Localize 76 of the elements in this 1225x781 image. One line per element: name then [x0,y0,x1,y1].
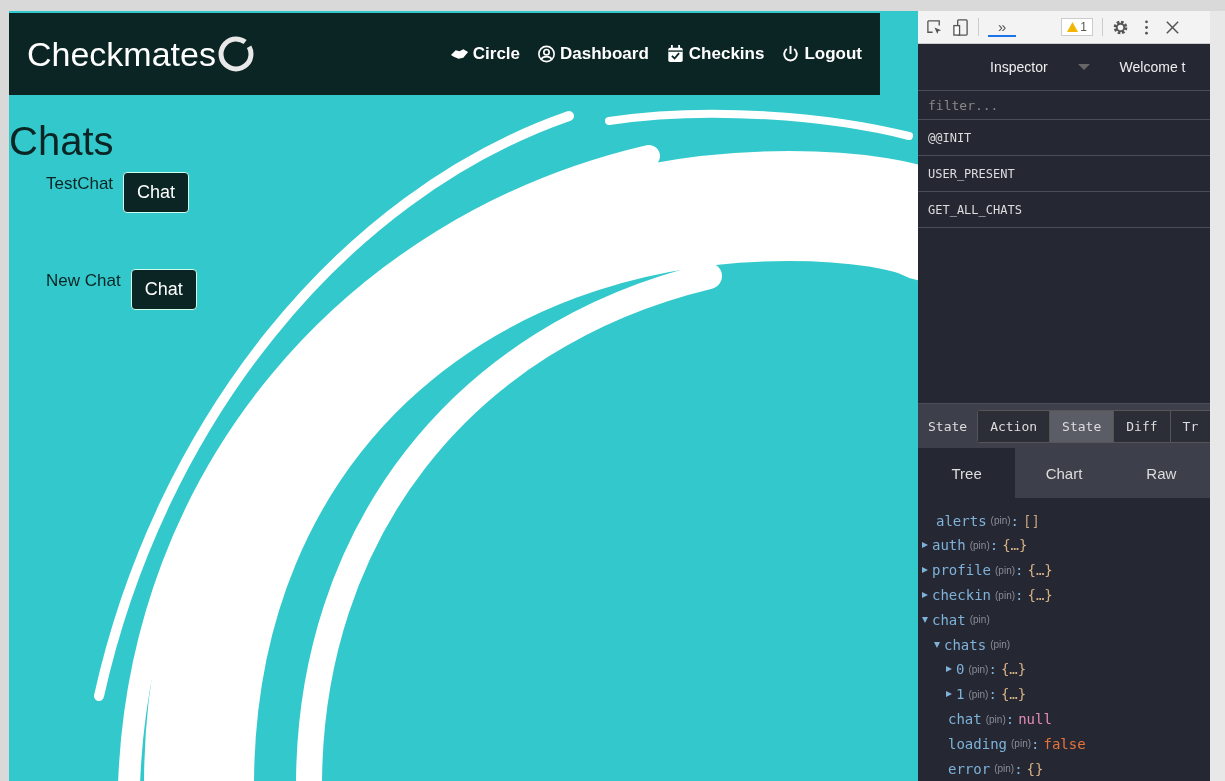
pin-link[interactable]: (pin) [990,515,1011,527]
state-key[interactable]: checkin [932,587,991,603]
warning-icon [1067,22,1079,32]
state-key[interactable]: chats [944,636,987,653]
pin-link[interactable]: (pin) [985,713,1006,725]
monitor-tab[interactable]: Action [978,410,1051,442]
pin-link[interactable]: (pin) [1011,738,1032,750]
state-key[interactable]: chat [948,711,982,727]
monitor-tab[interactable]: Tr [1170,410,1210,442]
calendar-check-icon [665,45,685,63]
disclosure-arrow-icon[interactable] [934,641,940,648]
disclosure-arrow-icon[interactable] [922,592,928,598]
state-key[interactable]: alerts [936,512,987,529]
monitor-label: State [928,418,968,434]
state-value: {…} [1027,587,1053,603]
close-icon[interactable] [1164,18,1182,36]
pin-link[interactable]: (pin) [969,614,990,626]
user-icon [537,45,556,63]
chat-button[interactable]: Chat [130,269,197,310]
state-value: {…} [1000,661,1027,678]
brand-logo[interactable]: Checkmates [27,34,216,74]
state-value: {} [1026,760,1044,777]
state-value: {…} [1027,562,1053,579]
settings-icon[interactable] [1112,18,1130,36]
view-tab[interactable]: Tree [918,448,1016,499]
colon: : [1010,512,1020,529]
pin-link[interactable]: (pin) [995,564,1016,576]
pin-link[interactable]: (pin) [969,539,990,551]
more-tabs-button[interactable]: » [988,17,1017,37]
colon: : [1031,735,1040,752]
colon: : [1015,562,1024,579]
disclosure-arrow-icon[interactable] [922,616,928,623]
nav-link[interactable]: Circle [449,44,520,64]
monitor-tab[interactable]: Diff [1114,410,1171,442]
nav-link[interactable]: Dashboard [537,44,649,64]
colon: : [1005,711,1015,727]
disclosure-arrow-icon[interactable] [946,691,952,698]
state-key[interactable]: error [948,760,991,777]
colon: : [989,537,999,554]
state-value: {…} [1002,537,1028,554]
chat-button[interactable]: Chat [123,172,190,213]
state-value: {…} [1000,686,1027,703]
colon: : [1014,760,1023,777]
pin-link[interactable]: (pin) [994,763,1015,775]
device-toggle-icon[interactable] [952,18,969,36]
state-key[interactable]: chat [932,611,966,628]
pin-link[interactable]: (pin) [968,663,989,675]
colon: : [988,686,997,703]
disclosure-arrow-icon[interactable] [922,567,928,574]
pin-link[interactable]: (pin) [968,688,989,700]
pin-link[interactable]: (pin) [995,589,1016,601]
monitor-tab[interactable]: State [1050,410,1115,442]
chat-name: New Chat [46,270,121,291]
colon: : [988,661,997,678]
pin-link[interactable]: (pin) [990,639,1011,651]
inspector-dropdown[interactable]: Inspector [990,59,1048,75]
chat-name: TestChat [46,173,114,194]
nav-link[interactable]: Checkins [665,44,765,64]
caret-icon[interactable] [1077,64,1090,70]
power-icon [781,45,801,63]
disclosure-arrow-icon[interactable] [946,666,952,673]
page-heading: Chats [9,119,115,164]
disclosure-arrow-icon[interactable] [922,542,928,549]
warning-badge[interactable]: 1 [1061,18,1094,36]
state-value: [] [1023,512,1040,529]
state-key[interactable]: loading [948,735,1007,752]
state-key[interactable]: 0 [956,661,965,678]
welcome-tab[interactable]: Welcome t [1119,59,1186,75]
state-key[interactable]: profile [932,562,991,579]
nav-link[interactable]: Logout [781,44,862,64]
state-value: false [1043,735,1086,752]
state-key[interactable]: auth [932,537,966,554]
element-picker-icon[interactable] [926,18,943,36]
colon: : [1015,587,1024,603]
state-value: null [1018,711,1052,727]
state-key[interactable]: 1 [956,686,965,703]
